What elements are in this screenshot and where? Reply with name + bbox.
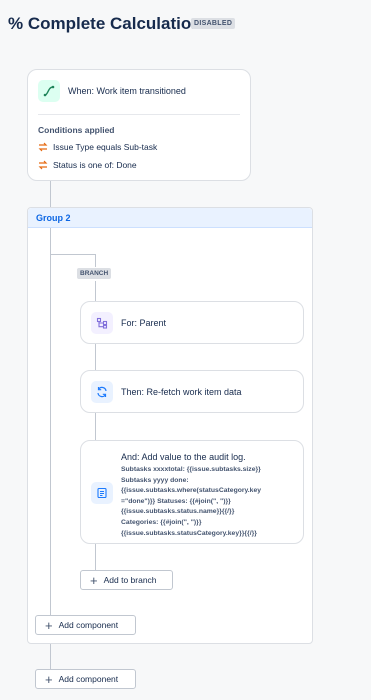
audit-line: ="done")}} Statuses: {{#join(", ")}} [121, 497, 231, 505]
branch-parent-icon [91, 312, 113, 334]
flow-connector [50, 181, 51, 207]
audit-log-icon [91, 482, 113, 504]
action-label: Then: Re-fetch work item data [121, 387, 242, 397]
plus-icon: + [45, 671, 53, 687]
refresh-icon [91, 381, 113, 403]
audit-line: {{issue.subtasks.statusCategory.key}}{{/… [121, 529, 257, 537]
button-label: Add component [58, 620, 119, 630]
add-component-button[interactable]: + Add component [35, 669, 136, 689]
conditions-title: Conditions applied [38, 125, 115, 135]
group-header[interactable]: Group 2 [28, 208, 312, 228]
audit-log-action-card[interactable]: And: Add value to the audit log. Subtask… [80, 440, 304, 544]
action-label: For: Parent [121, 318, 167, 328]
branch-tag: BRANCH [77, 268, 112, 279]
refetch-action-card[interactable]: Then: Re-fetch work item data [80, 370, 304, 413]
condition-swap-icon [38, 142, 48, 152]
audit-line: {{issue.subtasks.status.name}}{{/}} [121, 508, 235, 516]
button-label: Add to branch [103, 575, 157, 585]
plus-icon: + [45, 617, 53, 633]
branch-connector [50, 254, 96, 255]
audit-line: Subtasks xxxxtotal: {{issue.subtasks.siz… [121, 466, 261, 473]
branch-for-parent-card[interactable]: For: Parent [80, 301, 304, 344]
trigger-card[interactable]: When: Work item transitioned Conditions … [27, 69, 251, 181]
condition-text: Status is one of: Done [53, 160, 137, 170]
main-connector [50, 644, 51, 670]
audit-line: Categories: {{#join(", ")}} [121, 518, 202, 526]
group-connector [50, 228, 51, 624]
divider [38, 114, 240, 115]
add-to-branch-button[interactable]: + Add to branch [80, 570, 173, 590]
plus-icon: + [90, 572, 98, 588]
add-component-button[interactable]: + Add component [35, 615, 136, 635]
audit-log-message: Subtasks xxxxtotal: {{issue.subtasks.siz… [121, 465, 297, 539]
trigger-label: When: Work item transitioned [68, 86, 186, 96]
transition-icon [38, 80, 60, 102]
branch-connector [95, 254, 96, 267]
condition-swap-icon [38, 160, 48, 170]
audit-line: Subtasks yyyy done: [121, 476, 189, 484]
action-label: And: Add value to the audit log. [121, 452, 246, 462]
condition-item[interactable]: Issue Type equals Sub-task [38, 142, 157, 152]
page-title: % Complete Calculation [8, 14, 202, 33]
condition-text: Issue Type equals Sub-task [53, 142, 158, 152]
audit-line: {{issue.subtasks.where(statusCategory.ke… [121, 487, 262, 495]
button-label: Add component [58, 674, 119, 684]
group-title: Group 2 [36, 213, 71, 223]
status-badge: DISABLED [191, 18, 236, 29]
condition-item[interactable]: Status is one of: Done [38, 160, 137, 170]
